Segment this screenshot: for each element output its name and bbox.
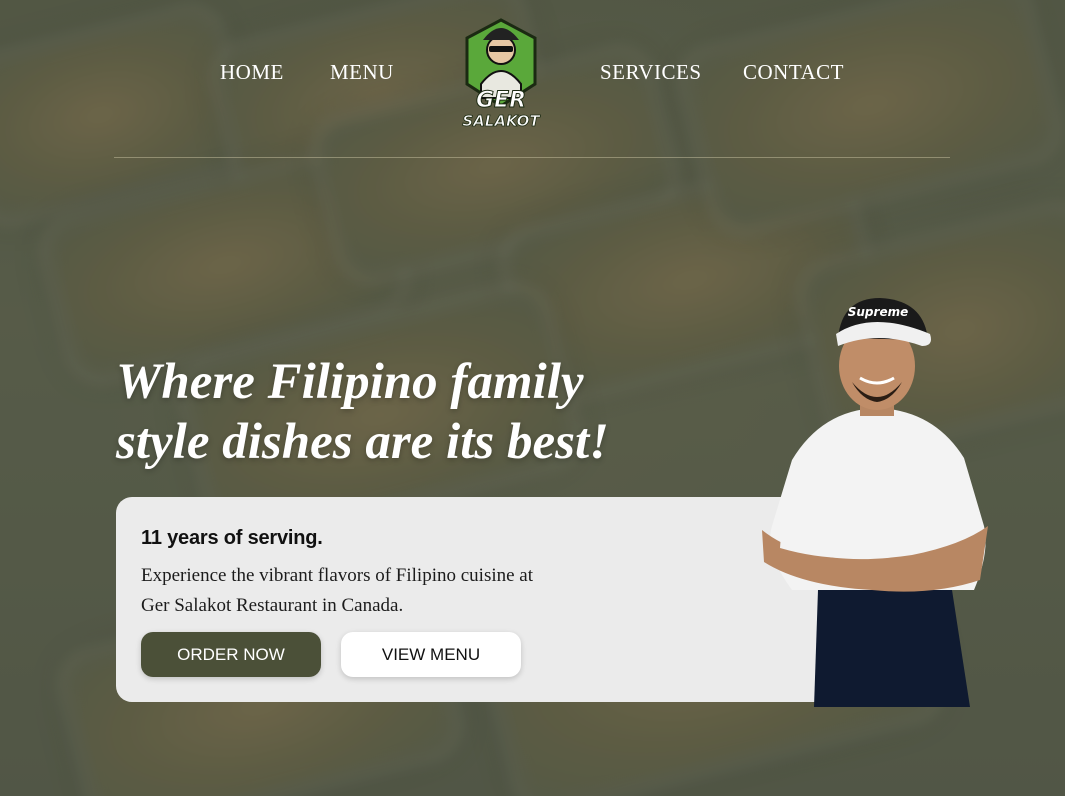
svg-text:GER: GER (476, 88, 526, 113)
logo-icon: GER SALAKOT (462, 18, 542, 130)
chef-photo: Supreme (752, 290, 1002, 707)
view-menu-button[interactable]: VIEW MENU (341, 632, 521, 677)
hero-headline: Where Filipino family style dishes are i… (116, 352, 736, 472)
nav-services-link[interactable]: SERVICES (600, 60, 702, 85)
svg-text:SALAKOT: SALAKOT (462, 112, 541, 130)
nav-menu-link[interactable]: MENU (330, 60, 394, 85)
chef-illustration: Supreme (762, 298, 988, 707)
headline-line-2: style dishes are its best! (116, 414, 609, 470)
card-desc-line-1: Experience the vibrant flavors of Filipi… (141, 565, 534, 586)
card-desc-line-2: Ger Salakot Restaurant in Canada. (141, 595, 404, 616)
order-now-button[interactable]: ORDER NOW (141, 632, 321, 677)
headline-line-1: Where Filipino family (116, 354, 584, 410)
svg-text:Supreme: Supreme (848, 305, 908, 319)
card-title: 11 years of serving. (141, 527, 323, 549)
nav-home-link[interactable]: HOME (220, 60, 284, 85)
nav-divider (114, 157, 950, 158)
nav-contact-link[interactable]: CONTACT (743, 60, 844, 85)
site-logo[interactable]: GER SALAKOT (459, 14, 543, 130)
card-description: Experience the vibrant flavors of Filipi… (141, 561, 601, 621)
